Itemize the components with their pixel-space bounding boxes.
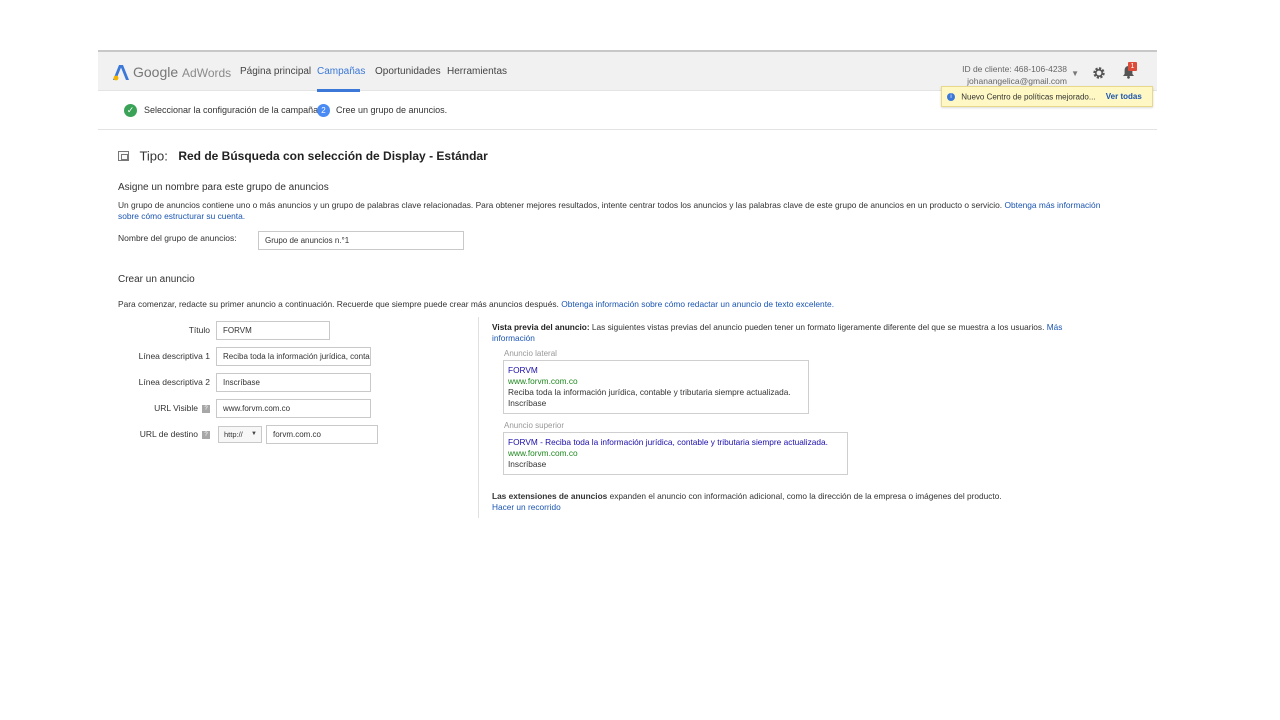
ad-group-description-text: Un grupo de anuncios contiene uno o más … — [118, 200, 1003, 210]
line2-label: Línea descriptiva 2 — [138, 377, 210, 387]
ad-group-heading: Asigne un nombre para este grupo de anun… — [118, 182, 329, 193]
client-id: ID de cliente: 468-106-4238 — [962, 64, 1067, 74]
nav-oportunidades[interactable]: Oportunidades — [375, 66, 441, 77]
ad-group-name-label: Nombre del grupo de anuncios: — [118, 233, 237, 243]
create-ad-intro-text: Para comenzar, redacte su primer anuncio… — [118, 299, 559, 309]
dest-url-label: URL de destino? — [118, 429, 210, 439]
ad-extensions-info: Las extensiones de anuncios expanden el … — [492, 491, 1002, 513]
display-url-input[interactable]: www.forvm.com.co — [216, 399, 371, 418]
adwords-logo[interactable]: Google AdWords — [112, 63, 231, 83]
nav-active-indicator — [317, 89, 360, 92]
display-url-label-text: URL Visible — [154, 403, 198, 413]
notification-tooltip[interactable]: i Nuevo Centro de políticas mejorado... … — [941, 86, 1153, 107]
ad-group-name-input[interactable]: Grupo de anuncios n.°1 — [258, 231, 464, 250]
title-label: Título — [188, 325, 210, 335]
create-ad-heading: Crear un anuncio — [118, 274, 195, 285]
nav-herramientas[interactable]: Herramientas — [447, 66, 507, 77]
gear-icon[interactable] — [1092, 66, 1106, 80]
logo-product-text: AdWords — [182, 66, 232, 80]
campaign-type: Tipo: Red de Búsqueda con selección de D… — [118, 147, 488, 165]
dest-url-input[interactable]: forvm.com.co — [266, 425, 378, 444]
chevron-down-icon: ▼ — [251, 431, 257, 437]
top-ad-title: FORVM - Reciba toda la información juríd… — [508, 437, 828, 447]
title-input[interactable]: FORVM — [216, 321, 330, 340]
top-ad-url: www.forvm.com.co — [508, 448, 578, 458]
display-url-label: URL Visible? — [118, 403, 210, 413]
top-ad-label: Anuncio superior — [504, 421, 565, 430]
side-ad-preview: FORVM www.forvm.com.co Reciba toda la in… — [503, 360, 809, 414]
line2-input[interactable]: Inscríbase — [216, 373, 371, 392]
check-icon: ✓ — [124, 104, 137, 117]
step2-label: Cree un grupo de anuncios. — [336, 105, 448, 115]
logo-google-text: Google — [133, 64, 179, 80]
extensions-bold: Las extensiones de anuncios — [492, 491, 608, 501]
top-ad-preview: FORVM - Reciba toda la información juríd… — [503, 432, 848, 475]
ad-group-description: Un grupo de anuncios contiene uno o más … — [118, 200, 1108, 222]
step1-label[interactable]: Seleccionar la configuración de la campa… — [144, 105, 318, 115]
line1-label: Línea descriptiva 1 — [138, 351, 210, 361]
type-value: Red de Búsqueda con selección de Display… — [178, 148, 488, 163]
extensions-text: expanden el anuncio con información adic… — [609, 491, 1002, 501]
client-account[interactable]: ID de cliente: 468-106-4238 johanangelic… — [962, 63, 1067, 87]
ver-todas-link[interactable]: Ver todas — [1106, 92, 1142, 101]
tour-link[interactable]: Hacer un recorrido — [492, 502, 1002, 513]
notification-badge: 1 — [1128, 62, 1137, 71]
type-label: Tipo: — [139, 148, 168, 164]
preview-description: Vista previa del anuncio: Las siguientes… — [492, 322, 1102, 344]
help-icon[interactable]: ? — [202, 430, 210, 439]
account-dropdown-icon[interactable]: ▼ — [1071, 69, 1079, 78]
nav-campanas[interactable]: Campañas — [317, 66, 365, 77]
side-ad-label: Anuncio lateral — [504, 349, 557, 358]
info-icon: i — [947, 92, 955, 101]
protocol-value: http:// — [224, 430, 243, 439]
preview-title-bold: Vista previa del anuncio: — [492, 322, 590, 332]
create-ad-intro: Para comenzar, redacte su primer anuncio… — [118, 299, 834, 310]
preview-divider — [478, 317, 479, 518]
side-ad-line1: Reciba toda la información jurídica, con… — [508, 387, 791, 397]
steps-divider — [98, 129, 1157, 130]
help-icon[interactable]: ? — [202, 404, 210, 413]
notification-text: Nuevo Centro de políticas mejorado... — [961, 92, 1096, 102]
protocol-select[interactable]: http:// ▼ — [218, 426, 262, 443]
side-ad-line2: Inscríbase — [508, 398, 547, 408]
top-ad-line2: Inscríbase — [508, 459, 547, 469]
side-ad-url: www.forvm.com.co — [508, 376, 578, 386]
create-ad-help-link[interactable]: Obtenga información sobre cómo redactar … — [561, 299, 834, 309]
preview-title-text: Las siguientes vistas previas del anunci… — [591, 322, 1045, 332]
nav-pagina-principal[interactable]: Página principal — [240, 66, 311, 77]
step2-number: 2 — [317, 104, 330, 117]
adwords-logo-icon — [113, 65, 129, 81]
dest-url-label-text: URL de destino — [139, 429, 198, 439]
adwords-window: Google AdWords Página principal Campañas… — [98, 50, 1157, 520]
campaign-type-icon — [118, 150, 129, 161]
side-ad-title: FORVM — [508, 365, 538, 375]
line1-input[interactable]: Reciba toda la información jurídica, con… — [216, 347, 371, 366]
